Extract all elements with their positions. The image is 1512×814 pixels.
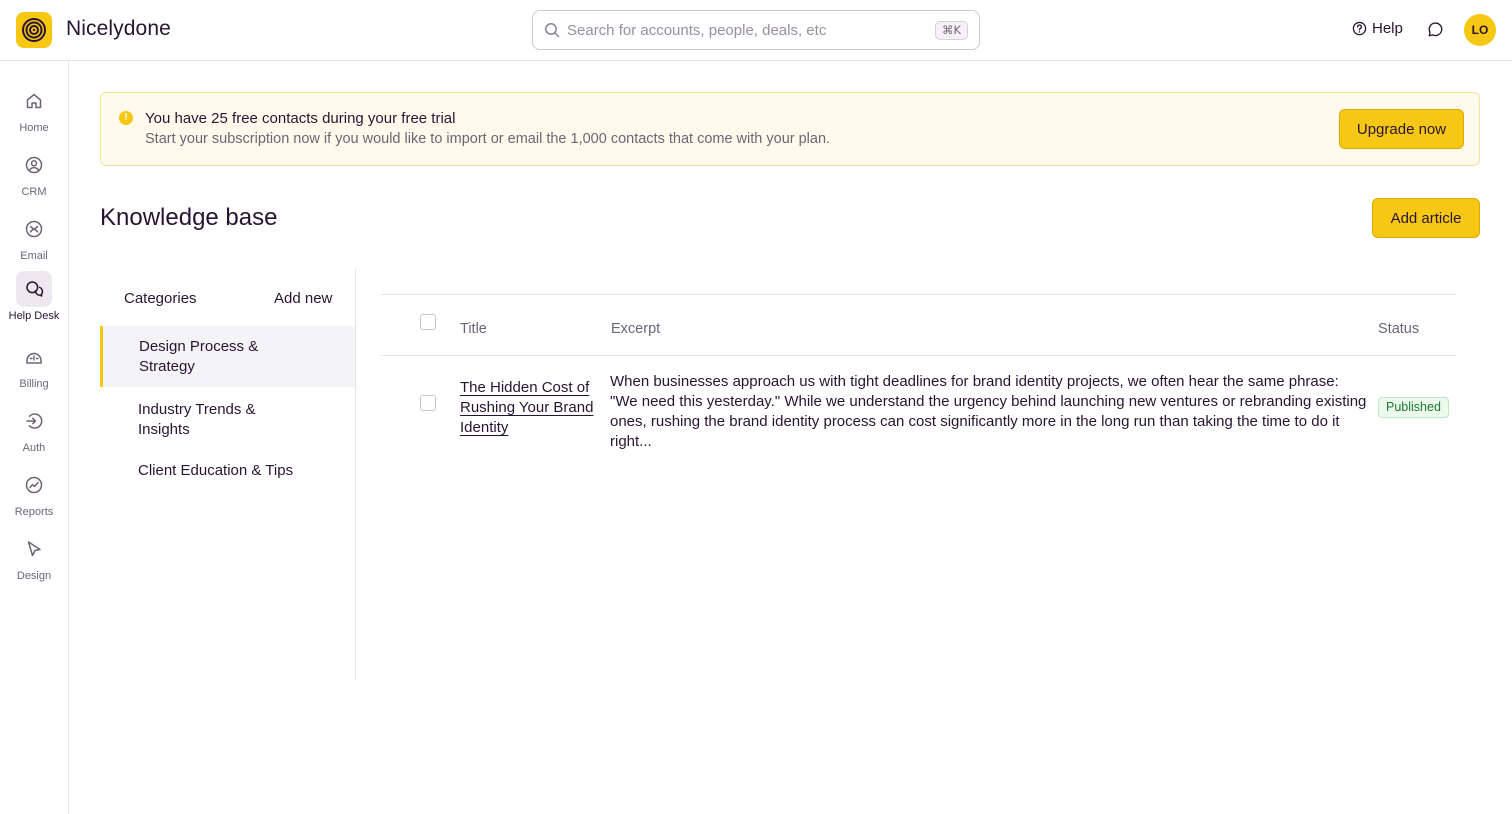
reports-icon [25, 476, 43, 494]
app-name: Nicelydone [66, 17, 171, 40]
nav-label: Reports [14, 506, 54, 518]
question-circle-icon [1352, 21, 1367, 36]
nav-label: Help Desk [8, 310, 60, 322]
nav-label: Email [20, 250, 48, 262]
search-box[interactable]: ⌘K [532, 10, 980, 50]
nav-item-crm[interactable]: CRM [0, 147, 68, 207]
banner-title: You have 25 free contacts during your fr… [145, 110, 456, 127]
categories-panel: Categories Add new Design Process & Stra… [100, 268, 356, 680]
nav-item-reports[interactable]: Reports [0, 467, 68, 527]
trial-banner: ! You have 25 free contacts during your … [100, 92, 1480, 166]
nav-item-help-desk[interactable]: Help Desk [0, 271, 68, 331]
nav-label: Auth [22, 442, 46, 454]
help-link[interactable]: Help [1352, 20, 1403, 37]
billing-icon [26, 352, 42, 364]
search-icon [545, 23, 560, 38]
app-logo[interactable] [16, 12, 52, 48]
concentric-circles-logo-icon [22, 18, 46, 42]
top-bar: Nicelydone ⌘K Help LO [0, 0, 1512, 61]
nav-label: Home [19, 122, 49, 134]
home-icon [26, 93, 42, 109]
auth-icon [26, 413, 43, 429]
user-avatar[interactable]: LO [1464, 14, 1496, 46]
category-item-client-education[interactable]: Client Education & Tips [100, 451, 355, 491]
row-checkbox[interactable] [420, 395, 436, 411]
article-title-link[interactable]: The Hidden Cost of Rushing Your Brand Id… [460, 378, 600, 438]
chat-bubbles-icon [26, 281, 44, 297]
search-input[interactable] [567, 11, 927, 49]
table-header: Title Excerpt Status [380, 294, 1456, 356]
email-icon [25, 220, 43, 238]
status-badge: Published [1378, 397, 1449, 418]
nav-item-home[interactable]: Home [0, 83, 68, 143]
column-header-title[interactable]: Title [460, 321, 487, 337]
cursor-icon [27, 541, 41, 557]
column-header-excerpt[interactable]: Excerpt [611, 321, 660, 337]
nav-item-design[interactable]: Design [0, 531, 68, 591]
select-all-checkbox[interactable] [420, 314, 436, 330]
page-title: Knowledge base [100, 204, 278, 231]
article-excerpt: When businesses approach us with tight d… [610, 373, 1367, 450]
nav-item-billing[interactable]: Billing [0, 339, 68, 399]
category-item-design-process[interactable]: Design Process & Strategy [100, 326, 355, 387]
add-article-button[interactable]: Add article [1372, 198, 1480, 238]
nav-label: CRM [21, 186, 47, 198]
search-shortcut-badge: ⌘K [934, 21, 968, 40]
info-icon: ! [119, 111, 133, 125]
messages-button[interactable] [1427, 21, 1444, 43]
help-label: Help [1372, 20, 1403, 37]
nav-label: Billing [19, 378, 49, 390]
nav-item-email[interactable]: Email [0, 211, 68, 271]
chat-bubble-icon [1428, 22, 1443, 37]
user-circle-icon [25, 156, 43, 174]
nav-item-auth[interactable]: Auth [0, 403, 68, 463]
nav-label: Design [16, 570, 52, 582]
add-category-button[interactable]: Add new [274, 290, 332, 307]
categories-heading: Categories [124, 290, 197, 307]
upgrade-now-button[interactable]: Upgrade now [1339, 109, 1464, 149]
banner-description: Start your subscription now if you would… [145, 131, 831, 147]
category-item-industry-trends[interactable]: Industry Trends & Insights [100, 387, 355, 448]
side-nav: Home CRM Email Help Desk Billing Auth Re… [0, 61, 69, 814]
column-header-status[interactable]: Status [1378, 321, 1419, 337]
table-row[interactable]: The Hidden Cost of Rushing Your Brand Id… [380, 356, 1456, 450]
